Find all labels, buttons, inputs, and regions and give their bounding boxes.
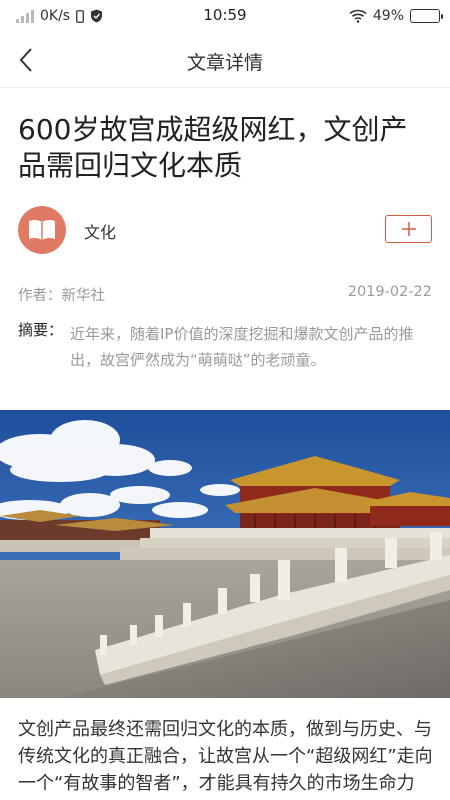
publish-date: 2019-02-22 bbox=[347, 284, 432, 300]
forbidden-city-image bbox=[0, 410, 450, 698]
author-name: 新华社 bbox=[61, 288, 106, 304]
meta-row: 作者：新华社 2019-02-22 bbox=[18, 284, 432, 304]
page-title: 文章详情 bbox=[186, 52, 263, 74]
summary-label: 摘要： bbox=[18, 321, 64, 339]
status-bar: 0K/s 10:59 49% bbox=[0, 0, 450, 32]
channel-row: 文化 bbox=[18, 206, 432, 254]
article-body: 文创产品最终还需回归文化的本质，做到与历史、与传统文化的真正融合，让故宫从一个“… bbox=[18, 719, 433, 794]
channel-name[interactable]: 文化 bbox=[84, 219, 116, 243]
book-icon bbox=[29, 219, 55, 240]
follow-button[interactable] bbox=[385, 215, 432, 243]
status-right: 49% bbox=[349, 6, 443, 26]
author-label: 作者： bbox=[18, 288, 62, 304]
channel-avatar[interactable] bbox=[18, 206, 66, 254]
author: 作者：新华社 bbox=[18, 284, 105, 305]
nav-bar: 文章详情 bbox=[0, 32, 450, 88]
article-title: 600岁故宫成超级网红，文创产品需回归文化本质 bbox=[18, 113, 408, 182]
hero-image bbox=[0, 410, 450, 698]
battery-icon bbox=[410, 9, 443, 23]
summary-text: 近年来，随着IP价值的深度挖掘和爆款文创产品的推出，故宫俨然成为“萌萌哒”的老顽… bbox=[70, 325, 414, 369]
plus-icon bbox=[401, 222, 416, 236]
battery-percent: 49% bbox=[372, 8, 404, 24]
wifi-icon bbox=[349, 9, 367, 23]
